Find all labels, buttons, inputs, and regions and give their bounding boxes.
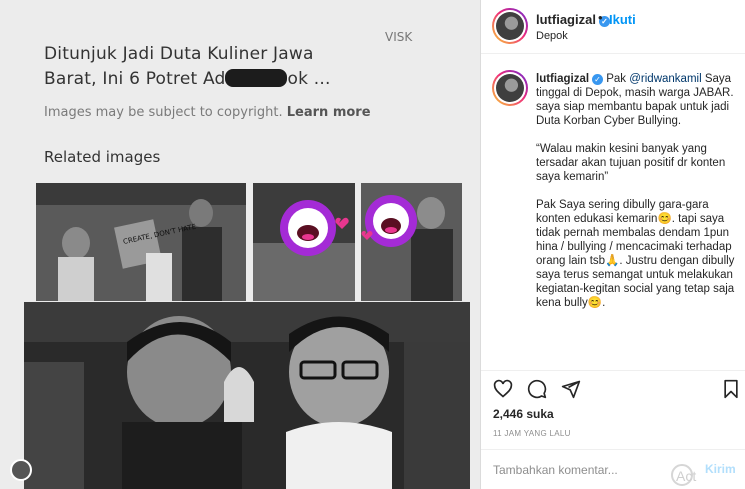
post-comment-button[interactable]: Kirim (705, 462, 736, 476)
article-title-line2-end: ok ... (287, 69, 331, 89)
location-link[interactable]: Depok (536, 30, 568, 42)
related-image-2 (253, 183, 355, 301)
post-timestamp[interactable]: 11 JAM YANG LALU (493, 429, 571, 438)
bookmark-icon[interactable] (721, 379, 741, 399)
avatar[interactable] (492, 8, 528, 44)
caption: lutfiagizal ✓ Pak @ridwankamil Saya tingg… (536, 72, 736, 324)
comment-bar: Act Kirim (481, 449, 745, 489)
related-image-3 (361, 183, 462, 301)
caption-text-a: Pak (606, 73, 630, 85)
username-text[interactable]: lutfiagizal (536, 12, 596, 27)
related-heading: Related images (44, 148, 161, 166)
post-side-panel: lutfiagizal ✓ • Ikuti Depok lutfiagizal ✓ … (480, 0, 745, 489)
selfie-photo (24, 302, 470, 489)
caption-paragraph-3: Pak Saya sering dibully gara-gara konten… (536, 199, 735, 309)
caption-avatar[interactable] (492, 70, 528, 106)
caption-username[interactable]: lutfiagizal (536, 73, 589, 85)
share-icon[interactable] (561, 379, 581, 399)
post-image[interactable]: Ditunjuk Jadi Duta Kuliner Jawa Barat, I… (0, 0, 480, 489)
copyright-text: Images may be subject to copyright. (44, 105, 283, 120)
article-title-line2: Barat, Ini 6 Potret Ad (44, 69, 226, 89)
related-image-1: CREATE, DON'T HATE (36, 183, 246, 301)
tagged-user-icon[interactable] (10, 459, 32, 481)
mention-link[interactable]: @ridwankamil (629, 73, 701, 85)
comment-input[interactable] (493, 461, 673, 479)
like-count[interactable]: 2,446 suka (493, 407, 554, 421)
heart-icon[interactable] (493, 379, 513, 399)
comment-icon[interactable] (527, 379, 547, 399)
activation-watermark: Act (676, 468, 697, 484)
action-bar (481, 370, 745, 404)
cropped-text: VISK (385, 30, 413, 44)
article-title-line1: Ditunjuk Jadi Duta Kuliner Jawa (44, 44, 314, 64)
verified-icon: ✓ (592, 74, 604, 85)
post-header: lutfiagizal ✓ • Ikuti Depok (481, 0, 745, 54)
article-title: Ditunjuk Jadi Duta Kuliner Jawa Barat, I… (44, 42, 384, 92)
redaction-bar (225, 69, 288, 87)
follow-button[interactable]: Ikuti (609, 12, 636, 27)
caption-paragraph-2: “Walau makin kesini banyak yang tersadar… (536, 143, 726, 183)
copyright-note: Images may be subject to copyright. Lear… (44, 105, 371, 120)
learn-more-link: Learn more (286, 105, 371, 120)
separator-dot: • (598, 10, 603, 25)
